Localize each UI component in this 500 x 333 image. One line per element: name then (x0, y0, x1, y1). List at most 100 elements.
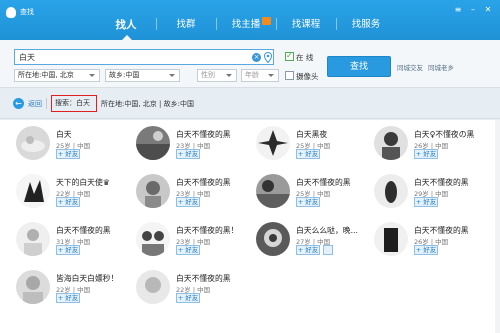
list-item[interactable]: 白天 25岁 | 中国 + 好友 (16, 126, 136, 172)
list-item[interactable]: 白天黑夜 25岁 | 中国 + 好友 (256, 126, 376, 172)
add-friend-button[interactable]: + 好友 (414, 149, 438, 159)
location-value: 所在地:中国, 北京 (18, 71, 74, 79)
gender-select[interactable]: 性别 (197, 69, 237, 82)
back-icon[interactable]: ← (13, 98, 24, 109)
add-friend-button[interactable]: + 好友 (296, 197, 320, 207)
result-name[interactable]: 白天不懂夜的黑 (56, 225, 111, 236)
avatar[interactable] (136, 174, 170, 208)
avatar[interactable] (374, 126, 408, 160)
avatar[interactable] (374, 222, 408, 256)
add-friend-button[interactable]: + 好友 (56, 293, 80, 303)
list-item[interactable]: 白天♀不懂夜の黑 26岁 | 中国 + 好友 (374, 126, 494, 172)
add-friend-button[interactable]: + 好友 (414, 197, 438, 207)
result-name[interactable]: 白天不懂夜的黑！ (176, 225, 238, 236)
live-badge-icon (262, 17, 271, 25)
search-term-chip: 搜索：白天 (51, 95, 97, 112)
back-link[interactable]: 返回 (28, 99, 42, 109)
list-item[interactable]: 白天不懂夜的黑！ 23岁 | 中国 + 好友 (136, 222, 256, 268)
online-label: 在 线 (296, 53, 314, 62)
avatar[interactable] (16, 222, 50, 256)
list-item[interactable]: 天下的白天使♛ 22岁 | 中国 + 好友 (16, 174, 136, 220)
result-name[interactable]: 白天♀不懂夜の黑 (414, 129, 474, 140)
title-bar: 查找 ≡ – ✕ 找人 找群 找主播 找课程 找服务 (0, 0, 500, 40)
minimize-icon[interactable]: – (467, 5, 479, 15)
location-select[interactable]: 所在地:中国, 北京 (14, 69, 100, 82)
location-pin-icon[interactable] (264, 52, 272, 63)
avatar[interactable] (256, 222, 290, 256)
result-name[interactable]: 白天不懂夜的黑 (176, 129, 231, 140)
tab-divider (216, 18, 217, 30)
age-placeholder: 年龄 (245, 71, 259, 79)
add-friend-button[interactable]: + 好友 (414, 245, 438, 255)
tab-divider (336, 18, 337, 30)
avatar[interactable] (256, 174, 290, 208)
search-button[interactable]: 查找 (327, 56, 391, 77)
scrollbar[interactable] (495, 120, 500, 333)
result-name[interactable]: 皆海白天白嫖秒！ (56, 273, 118, 284)
avatar[interactable] (136, 270, 170, 304)
app-logo-icon (6, 7, 16, 18)
app-title: 查找 (20, 8, 34, 16)
results-grid: 白天 25岁 | 中国 + 好友 白天不懂夜的黑 23岁 | 中国 + 好友 白… (0, 120, 500, 333)
main-tabs: 找人 找群 找主播 找课程 找服务 (96, 14, 396, 40)
chevron-down-icon (89, 74, 95, 77)
hometown-select[interactable]: 故乡:中国 (105, 69, 180, 82)
list-item[interactable]: 白天不懂夜的黑 29岁 | 中国 + 好友 (374, 174, 494, 220)
age-select[interactable]: 年龄 (241, 69, 279, 82)
same-city-friends-link[interactable]: 同城交友 (397, 62, 423, 72)
list-item[interactable]: 白天不懂夜的黑 26岁 | 中国 + 好友 (374, 222, 494, 268)
menu-icon[interactable]: ≡ (452, 5, 464, 15)
add-friend-button[interactable]: + 好友 (176, 245, 200, 255)
result-name[interactable]: 白天么么哒，晚... (296, 225, 358, 236)
tab-find-services[interactable]: 找服务 (336, 14, 396, 40)
add-friend-button[interactable]: + 好友 (56, 245, 80, 255)
search-box: × (14, 49, 274, 65)
add-friend-button[interactable]: + 好友 (296, 245, 320, 255)
list-item[interactable]: 白天不懂夜的黑 22岁 | 中国 + 好友 (136, 270, 256, 316)
list-item[interactable]: 白天么么哒，晚... 27岁 | 中国 + 好友 (256, 222, 376, 268)
result-name[interactable]: 天下的白天使♛ (56, 177, 110, 188)
add-friend-button[interactable]: + 好友 (56, 149, 80, 159)
avatar[interactable] (16, 174, 50, 208)
avatar[interactable] (16, 126, 50, 160)
add-friend-button[interactable]: + 好友 (176, 149, 200, 159)
avatar[interactable] (256, 126, 290, 160)
camera-checkbox[interactable] (285, 71, 294, 80)
avatar[interactable] (136, 222, 170, 256)
avatar[interactable] (374, 174, 408, 208)
result-name[interactable]: 白天不懂夜的黑 (176, 177, 231, 188)
result-name[interactable]: 白天 (56, 129, 72, 140)
list-item[interactable]: 白天不懂夜的黑 23岁 | 中国 + 好友 (136, 174, 256, 220)
list-item[interactable]: 白天不懂夜的黑 25岁 | 中国 + 好友 (256, 174, 376, 220)
tab-find-people[interactable]: 找人 (96, 14, 156, 40)
result-name[interactable]: 白天不懂夜的黑 (414, 177, 469, 188)
same-city-hometown-link[interactable]: 同城老乡 (428, 62, 454, 72)
chevron-down-icon (268, 74, 274, 77)
list-item[interactable]: 白天不懂夜的黑 23岁 | 中国 + 好友 (136, 126, 256, 172)
clear-icon[interactable]: × (252, 53, 261, 62)
add-friend-button[interactable]: + 好友 (176, 293, 200, 303)
tab-divider (156, 18, 157, 30)
chevron-down-icon (169, 74, 175, 77)
result-name[interactable]: 白天不懂夜的黑 (414, 225, 469, 236)
qzone-icon[interactable] (323, 245, 333, 255)
result-name[interactable]: 白天不懂夜的黑 (176, 273, 231, 284)
online-checkbox[interactable] (285, 51, 294, 61)
result-name[interactable]: 白天黑夜 (296, 129, 327, 140)
tab-find-groups[interactable]: 找群 (156, 14, 216, 40)
search-input[interactable] (19, 51, 249, 63)
divider (46, 98, 47, 109)
chevron-down-icon (226, 74, 232, 77)
list-item[interactable]: 皆海白天白嫖秒！ 22岁 | 中国 + 好友 (16, 270, 136, 316)
avatar[interactable] (16, 270, 50, 304)
add-friend-button[interactable]: + 好友 (56, 197, 80, 207)
result-name[interactable]: 白天不懂夜的黑 (296, 177, 351, 188)
add-friend-button[interactable]: + 好友 (176, 197, 200, 207)
avatar[interactable] (136, 126, 170, 160)
tab-find-courses[interactable]: 找课程 (276, 14, 336, 40)
filter-summary: 所在地:中国, 北京 | 故乡:中国 (101, 100, 194, 108)
add-friend-button[interactable]: + 好友 (296, 149, 320, 159)
breadcrumb: ← 返回 搜索：白天 所在地:中国, 北京 | 故乡:中国 (0, 89, 500, 119)
list-item[interactable]: 白天不懂夜的黑 31岁 | 中国 + 好友 (16, 222, 136, 268)
close-icon[interactable]: ✕ (482, 5, 494, 15)
